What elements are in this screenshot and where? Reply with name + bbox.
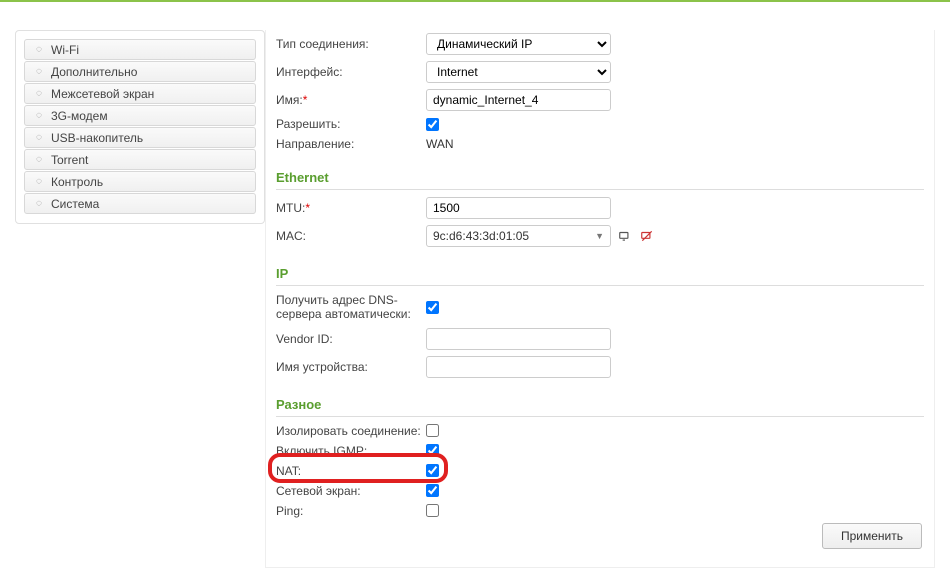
isolate-checkbox[interactable] [426, 424, 439, 437]
label-mac: MAC: [276, 229, 426, 243]
dns-auto-checkbox[interactable] [426, 301, 439, 314]
bullet-icon: ◌ [33, 154, 45, 166]
sidebar-item-control[interactable]: ◌ Контроль [24, 171, 256, 192]
sidebar-item-label: Дополнительно [51, 65, 137, 79]
label-device-name: Имя устройства: [276, 360, 426, 374]
bullet-icon: ◌ [33, 110, 45, 122]
sidebar-item-advanced[interactable]: ◌ Дополнительно [24, 61, 256, 82]
section-ip: IP [276, 266, 924, 286]
chevron-down-icon: ▼ [595, 231, 604, 241]
sidebar-item-3g-modem[interactable]: ◌ 3G-модем [24, 105, 256, 126]
footer: Применить [822, 523, 922, 549]
label-firewall: Сетевой экран: [276, 484, 426, 498]
label-direction: Направление: [276, 137, 426, 151]
label-allow: Разрешить: [276, 117, 426, 131]
bullet-icon: ◌ [33, 198, 45, 210]
label-isolate: Изолировать соединение: [276, 424, 426, 438]
label-dns-auto: Получить адрес DNS-сервера автоматически… [276, 293, 426, 322]
label-nat: NAT: [276, 464, 426, 478]
sidebar: ◌ Wi-Fi ◌ Дополнительно ◌ Межсетевой экр… [15, 10, 265, 578]
interface-select[interactable]: Internet [426, 61, 611, 83]
sidebar-item-label: USB-накопитель [51, 131, 143, 145]
label-igmp: Включить IGMP: [276, 444, 426, 458]
section-misc: Разное [276, 397, 924, 417]
sidebar-item-label: Wi-Fi [51, 43, 79, 57]
sidebar-item-usb-storage[interactable]: ◌ USB-накопитель [24, 127, 256, 148]
sidebar-item-label: Контроль [51, 175, 103, 189]
mtu-input[interactable] [426, 197, 611, 219]
sidebar-item-wifi[interactable]: ◌ Wi-Fi [24, 39, 256, 60]
sidebar-item-label: Torrent [51, 153, 88, 167]
mac-value: 9c:d6:43:3d:01:05 [433, 229, 529, 243]
label-vendor-id: Vendor ID: [276, 332, 426, 346]
sidebar-item-label: 3G-модем [51, 109, 108, 123]
bullet-icon: ◌ [33, 44, 45, 56]
device-name-input[interactable] [426, 356, 611, 378]
mac-select[interactable]: 9c:d6:43:3d:01:05 ▼ [426, 225, 611, 247]
nat-checkbox[interactable] [426, 464, 439, 477]
content-pane: Тип соединения: Динамический IP Интерфей… [265, 30, 935, 568]
name-input[interactable] [426, 89, 611, 111]
bullet-icon: ◌ [33, 66, 45, 78]
sidebar-item-firewall[interactable]: ◌ Межсетевой экран [24, 83, 256, 104]
direction-value: WAN [426, 137, 454, 151]
vendor-id-input[interactable] [426, 328, 611, 350]
section-ethernet: Ethernet [276, 170, 924, 190]
conn-type-select[interactable]: Динамический IP [426, 33, 611, 55]
firewall-checkbox[interactable] [426, 484, 439, 497]
label-conn-type: Тип соединения: [276, 37, 426, 51]
label-name: Имя:* [276, 93, 426, 107]
apply-button[interactable]: Применить [822, 523, 922, 549]
bullet-icon: ◌ [33, 132, 45, 144]
bullet-icon: ◌ [33, 88, 45, 100]
sidebar-item-system[interactable]: ◌ Система [24, 193, 256, 214]
clear-mac-icon[interactable] [639, 228, 655, 244]
ping-checkbox[interactable] [426, 504, 439, 517]
sidebar-item-label: Система [51, 197, 99, 211]
bullet-icon: ◌ [33, 176, 45, 188]
sidebar-panel: ◌ Wi-Fi ◌ Дополнительно ◌ Межсетевой экр… [15, 30, 265, 224]
igmp-checkbox[interactable] [426, 444, 439, 457]
nat-row: NAT: [276, 461, 924, 481]
label-interface: Интерфейс: [276, 65, 426, 79]
clone-mac-icon[interactable] [617, 228, 633, 244]
sidebar-item-torrent[interactable]: ◌ Torrent [24, 149, 256, 170]
label-mtu: MTU:* [276, 201, 426, 215]
allow-checkbox[interactable] [426, 118, 439, 131]
sidebar-item-label: Межсетевой экран [51, 87, 154, 101]
label-ping: Ping: [276, 504, 426, 518]
